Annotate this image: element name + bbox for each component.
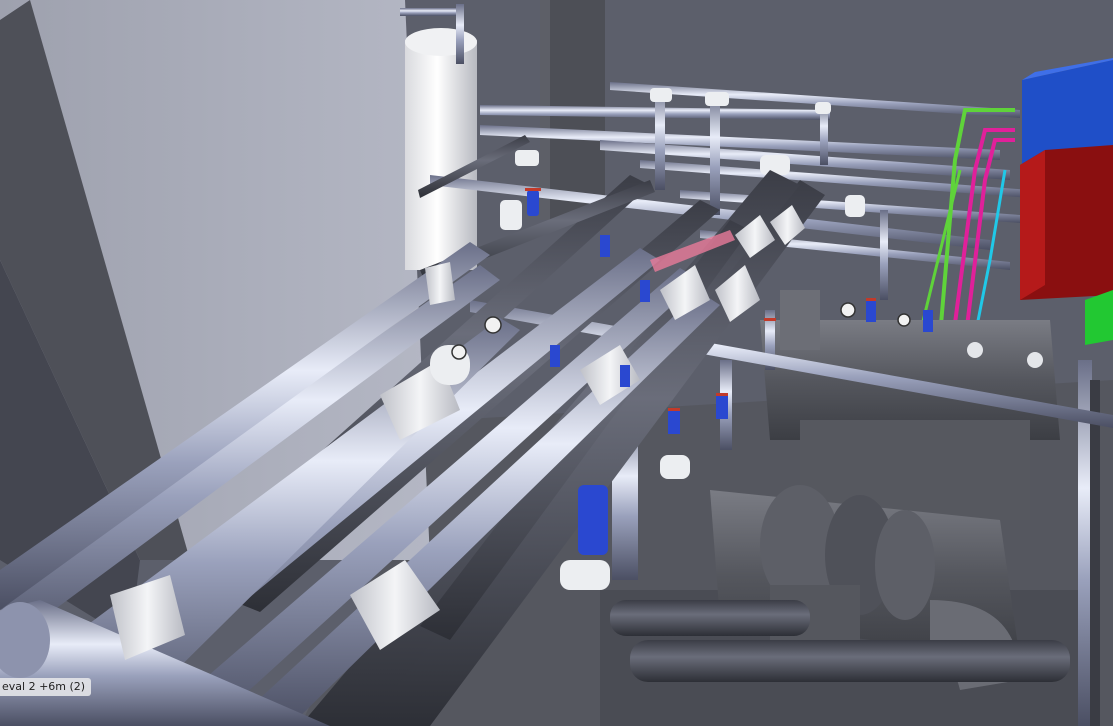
tank-riser — [456, 4, 464, 64]
plant-scene[interactable] — [0, 0, 1113, 726]
tank-head — [405, 28, 477, 56]
panel-red-side — [1020, 150, 1045, 300]
tank-top-pipe — [400, 8, 460, 16]
3d-viewport[interactable]: eval 2 +6m (2) — [0, 0, 1113, 726]
level-indicator: eval 2 +6m (2) — [0, 678, 92, 696]
vertical-tank — [405, 40, 477, 270]
